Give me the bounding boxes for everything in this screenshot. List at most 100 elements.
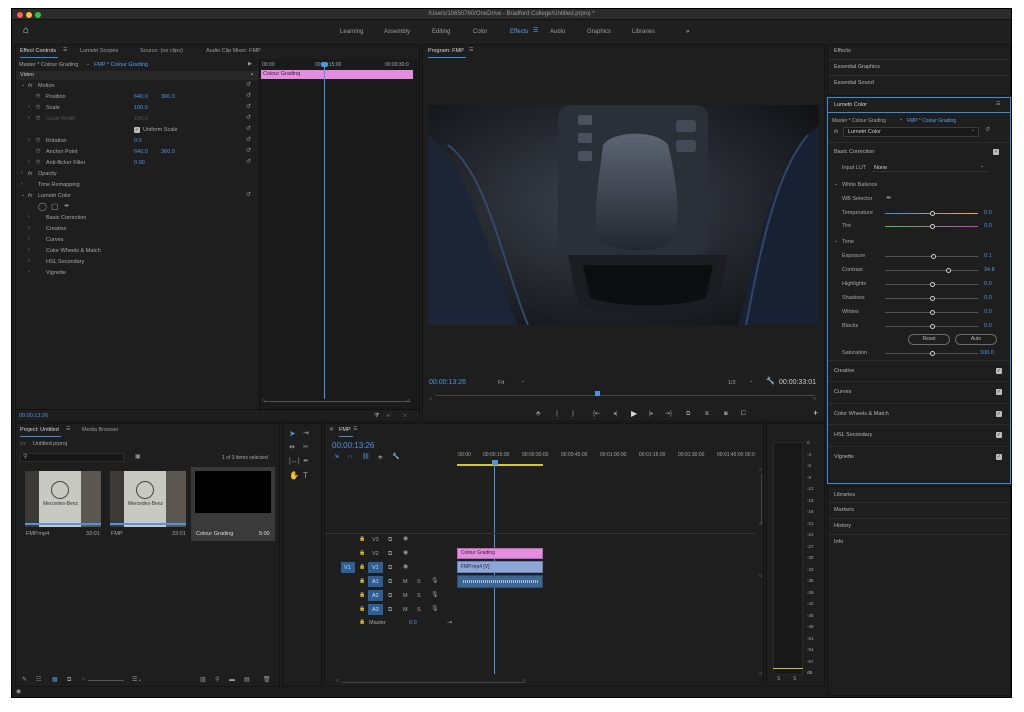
mute-button[interactable]: M (403, 607, 408, 613)
color-wheels-checkbox[interactable]: ✓ (996, 411, 1002, 417)
eye-icon[interactable]: ◉ (403, 550, 408, 556)
whites-value[interactable]: 0.0 (984, 309, 992, 315)
blacks-value[interactable]: 0.0 (984, 323, 992, 329)
new-item-icon[interactable]: ▤ (244, 677, 250, 683)
highlights-knob[interactable] (930, 282, 935, 287)
zoom-handle-icon[interactable]: ○ (407, 399, 410, 404)
temperature-value[interactable]: 0.0 (984, 210, 992, 216)
solo-left-icon[interactable]: S (777, 677, 780, 682)
effect-lumetri-color[interactable]: Lumetri Color (38, 193, 71, 199)
panel-effects[interactable]: Effects (834, 48, 851, 54)
lock-icon[interactable]: 🔒 (359, 593, 365, 598)
eyedropper-icon[interactable]: ✒ (886, 195, 892, 202)
eye-icon[interactable]: ◉ (403, 564, 408, 570)
sync-lock-icon[interactable]: ⧉ (388, 537, 392, 543)
find-icon[interactable]: ⚲ (215, 677, 219, 683)
slip-tool-icon[interactable]: |↔| (289, 458, 300, 465)
tone-header[interactable]: Tone (842, 239, 854, 245)
mini-playhead-handle[interactable] (321, 62, 328, 67)
chevron-right-icon[interactable]: › (28, 237, 30, 242)
reset-icon[interactable]: ↺ (246, 192, 251, 198)
lumetri-sub-hsl[interactable]: HSL Secondary (46, 259, 84, 265)
lock-icon[interactable]: 🔒 (359, 565, 365, 570)
search-icon[interactable]: ⚲ (23, 454, 27, 460)
reset-icon[interactable]: ↺ (246, 148, 251, 154)
tab-lumetri-scopes[interactable]: Lumetri Scopes (80, 48, 118, 54)
workspace-editing[interactable]: Editing (432, 29, 450, 35)
export-icon[interactable]: ⇲ (402, 413, 407, 419)
shadows-knob[interactable] (930, 296, 935, 301)
hsl-checkbox[interactable]: ✓ (996, 432, 1002, 438)
go-to-out-icon[interactable]: ⇥} (665, 411, 672, 417)
section-vignette[interactable]: Vignette ✓ (828, 446, 1010, 467)
position-y-value[interactable]: 360.0 (161, 94, 175, 100)
tab-media-browser[interactable]: Media Browser (82, 427, 119, 433)
scroll-handle-icon[interactable]: ○ (759, 522, 762, 527)
zoom-handle-icon[interactable]: ○ (82, 677, 85, 682)
chevron-right-icon[interactable]: › (28, 248, 30, 253)
exposure-knob[interactable] (931, 254, 936, 259)
microphone-icon[interactable]: 🎙 (431, 606, 439, 612)
mute-button[interactable]: M (403, 579, 408, 585)
chevron-right-icon[interactable]: › (28, 270, 30, 275)
fit-dropdown[interactable]: Fit (498, 380, 504, 386)
section-curves[interactable]: Curves ✓ (828, 381, 1010, 402)
chevron-right-icon[interactable]: › (28, 105, 30, 110)
icon-view-icon[interactable]: ▦ (52, 677, 58, 683)
chevron-right-icon[interactable]: › (21, 171, 23, 176)
zoom-handle-icon[interactable]: ○ (336, 679, 339, 684)
sync-lock-icon[interactable]: ⧉ (388, 593, 392, 599)
track-select-tool-icon[interactable]: ⇥ (303, 430, 309, 437)
master-volume-value[interactable]: 0.0 (409, 620, 417, 626)
chevron-right-icon[interactable]: › (28, 138, 30, 143)
program-scrub-bar[interactable] (435, 395, 815, 396)
add-marker-icon[interactable]: ⬘ (536, 411, 541, 417)
reset-icon[interactable]: ↺ (246, 159, 251, 165)
panel-menu-icon[interactable]: ☰ (63, 48, 67, 53)
reset-icon[interactable]: ↺ (246, 137, 251, 143)
stopwatch-icon[interactable]: ◴ (36, 138, 40, 143)
timeline-timecode[interactable]: 00:00:13:26 (332, 441, 374, 450)
solo-button[interactable]: S (417, 579, 421, 585)
panel-menu-icon[interactable]: ☰ (469, 48, 473, 53)
workspace-libraries[interactable]: Libraries (632, 29, 655, 35)
panel-menu-icon[interactable]: ☰ (66, 427, 70, 432)
add-marker-icon[interactable]: ⬘ (378, 455, 383, 461)
project-thumb-3[interactable] (195, 471, 271, 513)
project-thumb-1[interactable]: Mercedes-Benz (25, 471, 101, 527)
scroll-up-icon[interactable]: ▲ (250, 72, 254, 76)
anchor-y-value[interactable]: 360.0 (161, 149, 175, 155)
scroll-handle-icon[interactable]: ○ (759, 672, 762, 677)
whites-slider[interactable] (885, 310, 978, 315)
anchor-x-value[interactable]: 640.0 (134, 149, 148, 155)
position-x-value[interactable]: 640.0 (134, 94, 148, 100)
program-playhead[interactable] (595, 391, 600, 396)
tint-value[interactable]: 0.0 (984, 223, 992, 229)
rotation-value[interactable]: 0.0 (134, 138, 142, 144)
project-item-name[interactable]: FMP.mp4 (26, 531, 49, 537)
zoom-handle-icon[interactable]: ○ (813, 397, 816, 402)
lock-icon[interactable]: 🔒 (359, 607, 365, 612)
tint-slider[interactable] (885, 224, 978, 229)
rectangle-mask-icon[interactable]: ▢ (51, 203, 59, 211)
mini-playhead[interactable] (324, 63, 325, 399)
temperature-knob[interactable] (930, 211, 935, 216)
uniform-scale-checkbox[interactable]: ✓ (134, 127, 140, 133)
panel-essential-sound[interactable]: Essential Sound (834, 80, 874, 86)
step-back-icon[interactable]: ◂| (613, 411, 618, 417)
workspace-graphics[interactable]: Graphics (587, 29, 611, 35)
sync-lock-icon[interactable]: ⧉ (388, 551, 392, 557)
lumetri-sub-curves[interactable]: Curves (46, 237, 63, 243)
contrast-slider[interactable] (885, 268, 978, 273)
tab-project[interactable]: Project: Untitled (20, 427, 61, 437)
reset-icon[interactable]: ↺ (985, 127, 990, 133)
panel-info[interactable]: Info (834, 539, 843, 545)
blacks-knob[interactable] (930, 324, 935, 329)
workspace-audio[interactable]: Audio (550, 29, 565, 35)
play-icon[interactable]: ▶ (631, 410, 637, 418)
workspace-learning[interactable]: Learning (340, 29, 363, 35)
home-icon[interactable]: ⌂ (23, 26, 29, 36)
section-creative[interactable]: Creative ✓ (828, 360, 1010, 381)
go-to-in-icon[interactable]: {⇤ (593, 411, 600, 417)
project-item-name[interactable]: FMP (111, 531, 123, 537)
